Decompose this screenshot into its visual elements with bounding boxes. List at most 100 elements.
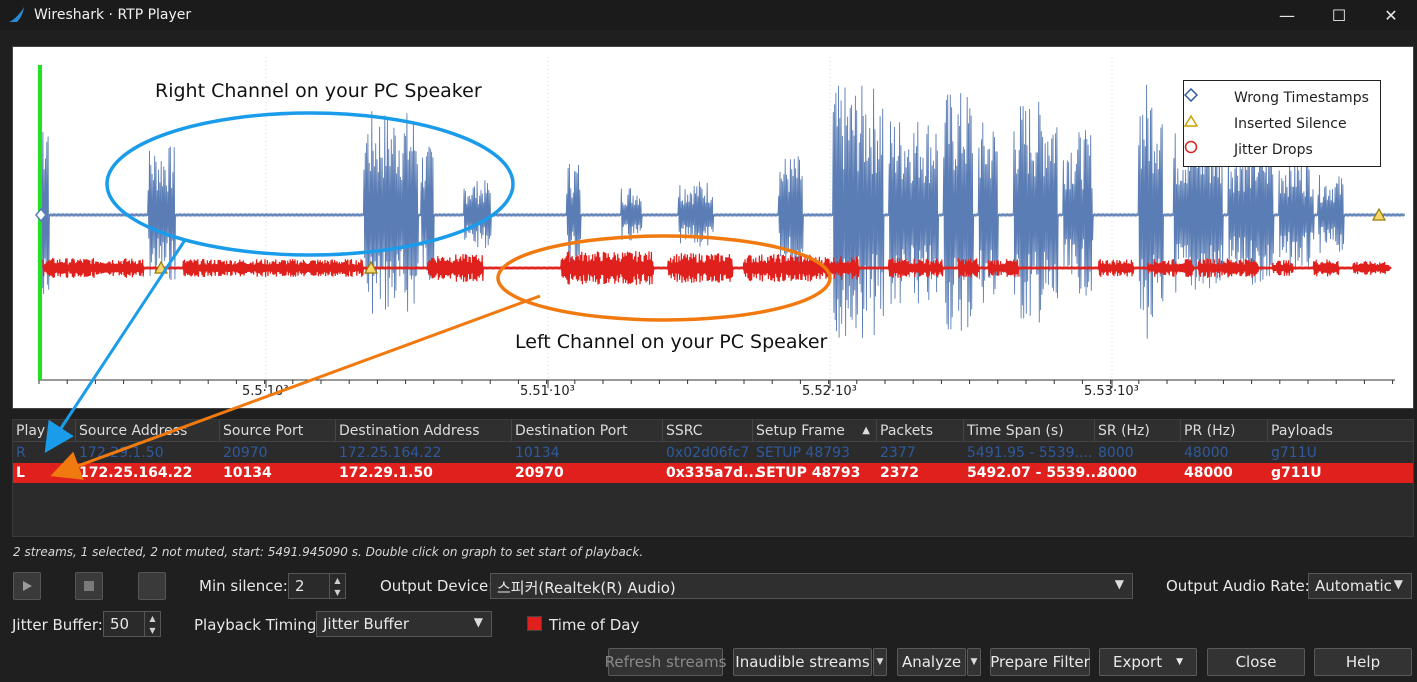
column-header[interactable]: Packets (877, 420, 964, 442)
column-header[interactable]: Source Port (220, 420, 336, 442)
inaudible-streams-menu-button[interactable]: ▼ (873, 648, 887, 676)
close-window-button[interactable]: ✕ (1365, 0, 1417, 30)
cell-destination-port: 10134 (515, 445, 560, 461)
legend-label: Wrong Timestamps (1234, 90, 1369, 106)
chevron-down-icon: ▼ (1393, 577, 1403, 591)
cell-packets: 2372 (880, 465, 919, 481)
play-button[interactable] (13, 572, 41, 600)
maximize-button[interactable]: ☐ (1313, 0, 1365, 30)
min-silence-label: Min silence: (199, 577, 288, 595)
close-button[interactable]: Close (1207, 648, 1305, 676)
legend-item-inserted-silence: Inserted Silence (1184, 114, 1347, 134)
analyze-button[interactable]: Analyze (897, 648, 966, 676)
cell-source-port: 20970 (223, 445, 268, 461)
cell-pr: 48000 (1184, 445, 1229, 461)
export-button[interactable]: Export ▼ (1099, 648, 1197, 676)
jitter-buffer-value: 50 (110, 615, 130, 633)
right-channel-annotation: Right Channel on your PC Speaker (155, 80, 482, 102)
cell-source-address: 172.29.1.50 (79, 445, 164, 461)
analyze-menu-button[interactable]: ▼ (967, 648, 981, 676)
column-header[interactable]: SSRC (663, 420, 753, 442)
table-row[interactable]: R 172.29.1.50 20970 172.25.164.22 10134 … (13, 443, 1413, 463)
column-header[interactable]: Time Span (s) (964, 420, 1095, 442)
cell-destination-address: 172.25.164.22 (339, 445, 442, 461)
refresh-streams-button[interactable]: Refresh streams (605, 648, 726, 676)
splitter-handle[interactable] (705, 410, 727, 422)
spin-up-icon[interactable]: ▲ (334, 576, 340, 585)
export-label: Export (1112, 653, 1163, 671)
prepare-filter-button[interactable]: Prepare Filter (990, 648, 1090, 676)
cell-time-span: 5492.07 - 5539.... (967, 465, 1107, 481)
column-header-sorted[interactable]: Setup Frame ▲ (753, 420, 877, 442)
column-header[interactable]: Destination Address (336, 420, 512, 442)
cell-destination-port: 20970 (515, 465, 564, 481)
pause-icon (84, 581, 94, 591)
output-audio-rate-label: Output Audio Rate: (1166, 577, 1310, 595)
spin-down-icon[interactable]: ▼ (149, 626, 155, 635)
cell-source-address: 172.25.164.22 (79, 465, 193, 481)
spin-down-icon[interactable]: ▼ (334, 588, 340, 597)
column-header[interactable]: Payloads (1268, 420, 1415, 442)
inaudible-streams-button[interactable]: Inaudible streams (733, 648, 872, 676)
playback-timing-label: Playback Timing: (194, 616, 322, 634)
column-header[interactable]: PR (Hz) (1181, 420, 1268, 442)
jitter-buffer-label: Jitter Buffer: (12, 616, 103, 634)
jitter-buffer-spinbox[interactable]: 50 ▲ ▼ (103, 611, 161, 637)
minimize-button[interactable]: — (1261, 0, 1313, 30)
waveform-graph[interactable]: Wrong Timestamps Inserted Silence Jitter… (12, 46, 1414, 409)
time-of-day-label: Time of Day (549, 616, 640, 634)
column-header[interactable]: Destination Port (512, 420, 663, 442)
output-audio-rate-select[interactable]: Automatic ▼ (1308, 573, 1412, 599)
chevron-down-icon: ▼ (1176, 657, 1184, 667)
column-header[interactable]: Source Address (76, 420, 220, 442)
output-audio-rate-value: Automatic (1315, 577, 1392, 595)
circle-icon (1184, 140, 1198, 154)
wireshark-fin-icon (9, 7, 24, 22)
left-channel-annotation: Left Channel on your PC Speaker (515, 331, 828, 353)
cell-destination-address: 172.29.1.50 (339, 465, 433, 481)
cell-sr: 8000 (1098, 445, 1134, 461)
cell-time-span: 5491.95 - 5539.... (967, 445, 1093, 461)
cell-ssrc: 0x335a7d... (666, 465, 760, 481)
cell-payloads: g711U (1271, 445, 1317, 461)
column-header[interactable]: SR (Hz) (1095, 420, 1181, 442)
x-tick-label: 5.52·10³ (802, 384, 857, 399)
stop-icon (146, 580, 158, 592)
legend-item-wrong-timestamps: Wrong Timestamps (1184, 88, 1369, 108)
chevron-down-icon: ▼ (876, 657, 884, 667)
chevron-down-icon: ▼ (970, 657, 978, 667)
cell-setup-frame: SETUP 48793 (756, 445, 850, 461)
legend-label: Jitter Drops (1234, 142, 1313, 158)
playback-timing-select[interactable]: Jitter Buffer ▼ (316, 611, 492, 637)
triangle-icon (1184, 114, 1198, 127)
help-button[interactable]: Help (1314, 648, 1412, 676)
min-silence-value: 2 (295, 577, 305, 595)
pause-button[interactable] (75, 572, 103, 600)
cell-packets: 2377 (880, 445, 916, 461)
cell-payloads: g711U (1271, 465, 1322, 481)
output-device-label: Output Device: (380, 577, 494, 595)
sort-ascending-icon: ▲ (862, 425, 870, 436)
cell-play: R (16, 445, 26, 461)
play-icon (23, 581, 32, 591)
legend-label: Inserted Silence (1234, 116, 1347, 132)
graph-legend: Wrong Timestamps Inserted Silence Jitter… (1183, 80, 1381, 167)
cell-ssrc: 0x02d06fc7 (666, 445, 750, 461)
output-device-value: 스피커(Realtek(R) Audio) (497, 579, 676, 597)
x-tick-label: 5.51·10³ (520, 384, 575, 399)
stop-button[interactable] (138, 572, 166, 600)
title-bar: Wireshark · RTP Player — ☐ ✕ (0, 0, 1417, 30)
cell-sr: 8000 (1098, 465, 1137, 481)
legend-item-jitter-drops: Jitter Drops (1184, 140, 1313, 160)
streams-table[interactable]: Play Source Address Source Port Destinat… (12, 419, 1414, 537)
cell-source-port: 10134 (223, 465, 272, 481)
spin-up-icon[interactable]: ▲ (149, 614, 155, 623)
cell-setup-frame: SETUP 48793 (756, 465, 861, 481)
min-silence-spinbox[interactable]: 2 ▲ ▼ (288, 573, 346, 599)
table-row-selected[interactable]: L 172.25.164.22 10134 172.29.1.50 20970 … (13, 463, 1413, 483)
output-device-select[interactable]: 스피커(Realtek(R) Audio) ▼ (490, 573, 1133, 599)
time-of-day-checkbox[interactable] (527, 616, 542, 631)
column-header[interactable]: Play (13, 420, 76, 442)
chevron-down-icon: ▼ (1114, 577, 1124, 591)
right-channel-ellipse (105, 111, 515, 257)
